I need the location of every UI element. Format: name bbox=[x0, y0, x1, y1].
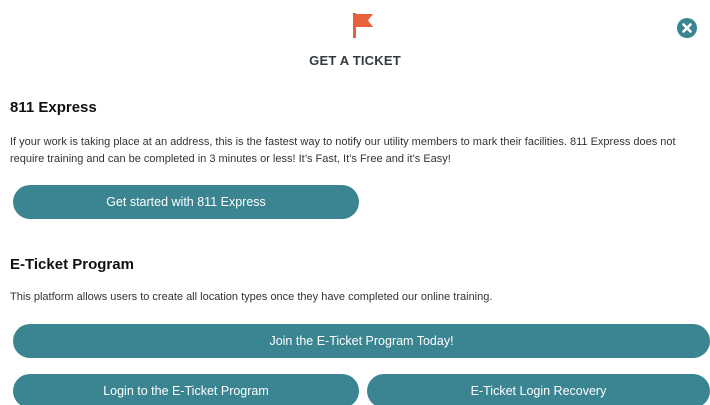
express-start-button[interactable]: Get started with 811 Express bbox=[13, 185, 359, 219]
express-description: If your work is taking place at an addre… bbox=[10, 136, 676, 165]
eticket-login-button[interactable]: Login to the E-Ticket Program bbox=[13, 374, 359, 405]
close-icon bbox=[682, 23, 692, 33]
eticket-description: This platform allows users to create all… bbox=[10, 291, 493, 303]
eticket-recovery-button[interactable]: E-Ticket Login Recovery bbox=[367, 374, 710, 405]
close-button[interactable] bbox=[677, 18, 697, 38]
express-heading: 811 Express bbox=[10, 99, 97, 116]
modal-title: GET A TICKET bbox=[309, 53, 401, 68]
get-a-ticket-modal: GET A TICKET 811 Express If your work is… bbox=[0, 0, 710, 405]
flag-icon bbox=[349, 11, 379, 39]
eticket-heading: E-Ticket Program bbox=[10, 256, 134, 273]
eticket-join-button[interactable]: Join the E-Ticket Program Today! bbox=[13, 324, 710, 358]
